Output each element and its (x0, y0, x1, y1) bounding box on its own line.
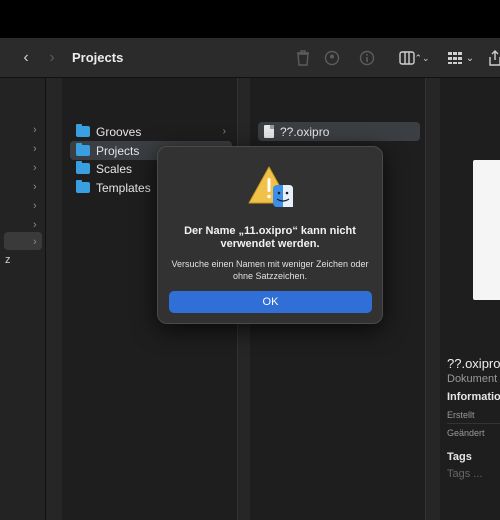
tags-input[interactable]: Tags ... (447, 468, 482, 480)
created-label: Erstellt (447, 410, 475, 420)
chevron-right-icon: › (33, 181, 37, 193)
info-icon[interactable] (356, 46, 378, 70)
back-button[interactable]: ‹ (16, 46, 36, 70)
ok-button[interactable]: OK (169, 291, 372, 313)
document-icon (264, 125, 274, 138)
dialog-title: Der Name „11.oxipro“ kann nicht verwende… (184, 225, 356, 250)
folder-icon (76, 161, 90, 174)
group-grid-icon[interactable] (446, 46, 464, 70)
info-heading: Information (447, 391, 500, 403)
folder-icon (76, 180, 90, 193)
group-chevron-icon[interactable]: ⌄ (465, 46, 475, 70)
item-label: Projects (96, 143, 140, 158)
chevron-right-icon: › (33, 236, 37, 248)
preview-filename: ??.oxipro (447, 356, 500, 371)
column-divider[interactable] (46, 78, 62, 520)
item-label: Templates (96, 180, 151, 195)
warning-finder-icon (247, 165, 295, 209)
item-label: ??.oxipro (280, 124, 330, 139)
preview-kind: Dokument - (447, 373, 500, 385)
item-label: Grooves (96, 124, 142, 139)
column-parent: › › › › › › › z (0, 78, 46, 520)
preview-pane: ??.oxipro Dokument - Information Erstell… (440, 78, 500, 520)
view-chevron-icon[interactable]: ⌃⌄ (414, 46, 429, 70)
chevron-right-icon: › (33, 200, 37, 212)
truncated-label: z (5, 254, 11, 266)
chevron-right-icon: › (33, 124, 37, 136)
alert-dialog: Der Name „11.oxipro“ kann nicht verwende… (157, 146, 383, 324)
folder-icon (76, 124, 90, 137)
folder-icon (76, 143, 90, 156)
share-icon[interactable] (488, 46, 500, 70)
dialog-message: Versuche einen Namen mit weniger Zeichen… (171, 259, 369, 281)
document-thumbnail (473, 160, 500, 300)
list-item[interactable]: Grooves › (70, 122, 232, 141)
top-black-strip (0, 0, 500, 38)
forward-button[interactable]: › (42, 46, 62, 70)
chevron-right-icon: › (222, 126, 226, 137)
chevron-right-icon: › (33, 162, 37, 174)
chevron-right-icon: › (33, 219, 37, 231)
item-label: Scales (96, 161, 133, 176)
chevron-right-icon: › (33, 143, 37, 155)
tags-heading: Tags (447, 451, 472, 463)
view-columns-icon[interactable] (398, 46, 416, 70)
window-title: Projects (72, 50, 124, 65)
changed-label: Geändert (447, 428, 485, 438)
divider (447, 423, 500, 424)
share-person-icon[interactable] (320, 46, 344, 70)
column-divider[interactable] (426, 78, 440, 520)
trash-icon[interactable] (292, 46, 314, 70)
finder-window: ‹ › Projects ⌃⌄ ⌄ › › › › › › › z Groove… (0, 38, 500, 520)
list-item[interactable]: ??.oxipro (258, 122, 420, 141)
toolbar: ‹ › Projects ⌃⌄ ⌄ (0, 38, 500, 78)
